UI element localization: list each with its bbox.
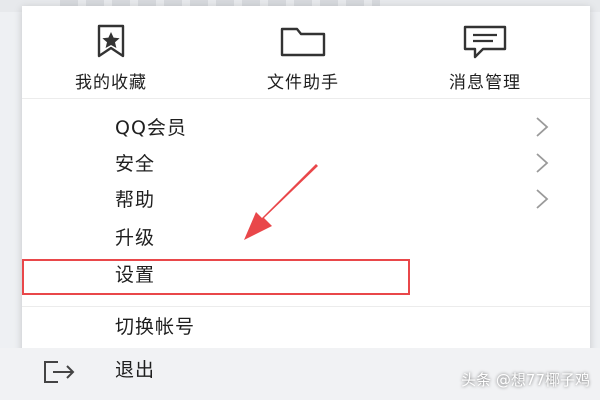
watermark-text: 头条 @想77椰子鸡 <box>461 371 590 389</box>
file-assistant-label: 文件助手 <box>267 73 339 93</box>
menu-divider <box>22 306 590 307</box>
menu-item-switch-account[interactable]: 切换帐号 <box>22 309 590 345</box>
menu-item-label: 升级 <box>115 227 156 249</box>
exit-icon <box>42 358 78 390</box>
my-favorites-button[interactable]: 我的收藏 <box>36 16 186 94</box>
quick-actions-bar: 我的收藏 文件助手 消息管理 <box>22 6 590 99</box>
folder-icon <box>279 24 327 62</box>
message-management-button[interactable]: 消息管理 <box>410 16 560 94</box>
settings-highlight-annotation <box>22 259 410 295</box>
message-management-label: 消息管理 <box>449 73 521 93</box>
message-bubble-icon <box>461 24 509 64</box>
menu-item-label: QQ会员 <box>115 117 187 139</box>
red-arrow-annotation-icon <box>236 162 326 250</box>
exit-label: 退出 <box>115 359 156 381</box>
bookmark-star-icon <box>91 24 131 62</box>
chevron-right-icon <box>534 186 550 224</box>
menu-item-label: 切换帐号 <box>115 316 196 338</box>
menu-item-label: 安全 <box>115 153 156 175</box>
menu-item-qq-vip[interactable]: QQ会员 <box>22 110 590 146</box>
menu-item-label: 帮助 <box>115 189 156 211</box>
my-favorites-label: 我的收藏 <box>75 73 147 93</box>
file-assistant-button[interactable]: 文件助手 <box>228 16 378 94</box>
